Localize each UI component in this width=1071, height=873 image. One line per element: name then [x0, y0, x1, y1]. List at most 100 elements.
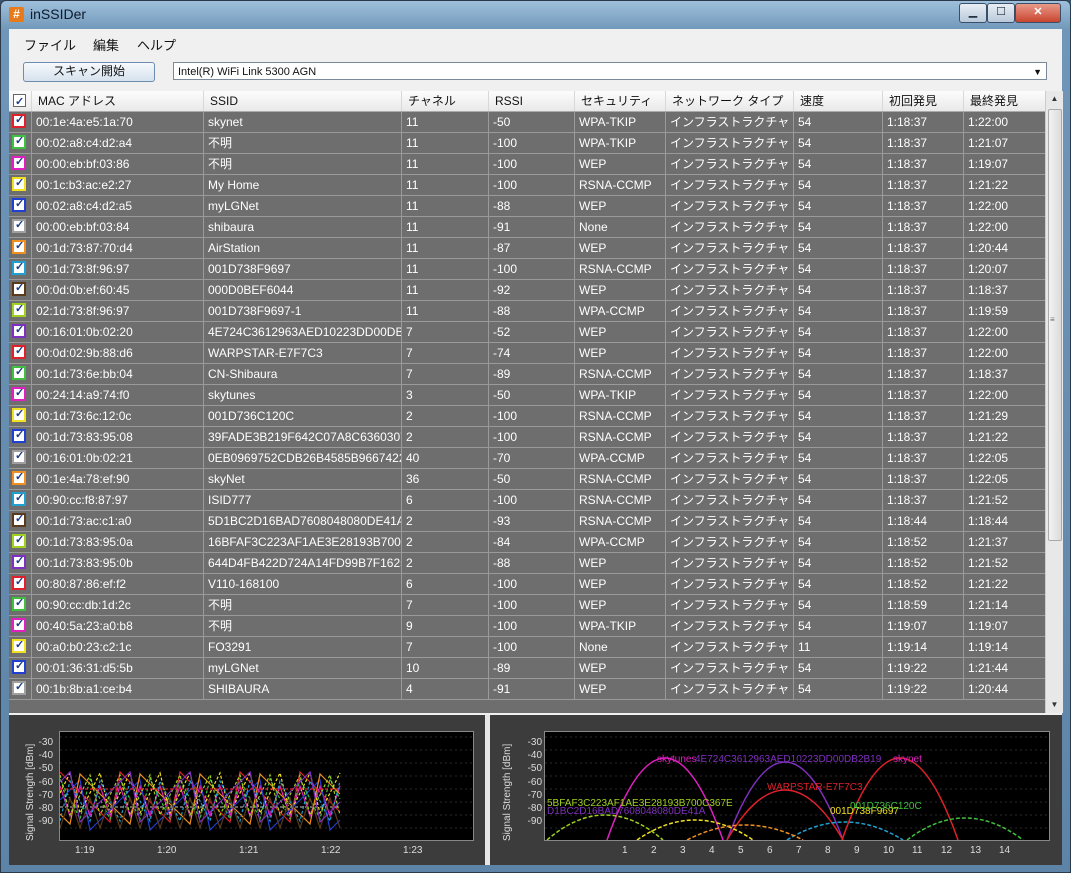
header-speed[interactable]: 速度	[793, 91, 882, 111]
row-checkbox[interactable]	[12, 638, 26, 653]
channel-graph-ylabel: Signal Strength [dBm]	[502, 743, 513, 841]
header-rssi[interactable]: RSSI	[488, 91, 574, 111]
table-row[interactable]: 00:1b:8b:a1:ce:b4SHIBAURA4-91WEPインフラストラク…	[9, 679, 1045, 700]
table-row[interactable]: 00:1e:4a:78:ef:90skyNet36-50RSNA-CCMPインフ…	[9, 469, 1045, 490]
table-scrollbar[interactable]: ▲ ≡ ▼	[1045, 91, 1063, 713]
cell-ssid: SHIBAURA	[203, 679, 401, 699]
select-all-checkbox[interactable]	[9, 91, 31, 113]
y-tick-label: -50	[527, 763, 542, 775]
table-row[interactable]: 00:24:14:a9:74:f0skytunes3-50WPA-TKIPインフ…	[9, 385, 1045, 406]
table-row[interactable]: 00:80:87:86:ef:f2V110-1681006-100WEPインフラ…	[9, 574, 1045, 595]
close-button[interactable]: ✕	[1015, 3, 1061, 23]
table-row[interactable]: 00:1c:b3:ac:e2:27My Home11-100RSNA-CCMPイ…	[9, 175, 1045, 196]
table-row[interactable]: 00:01:36:31:d5:5bmyLGNet10-89WEPインフラストラク…	[9, 658, 1045, 679]
row-checkbox[interactable]	[12, 323, 26, 338]
scroll-up-icon[interactable]: ▲	[1046, 91, 1063, 107]
table-row[interactable]: 00:a0:b0:23:c2:1cFO32917-100Noneインフラストラク…	[9, 637, 1045, 658]
table-row[interactable]: 00:1d:73:83:95:0839FADE3B219F642C07A8C63…	[9, 427, 1045, 448]
row-checkbox[interactable]	[12, 449, 26, 464]
row-checkbox[interactable]	[12, 260, 26, 275]
row-checkbox[interactable]	[12, 470, 26, 485]
row-checkbox[interactable]	[12, 680, 26, 695]
table-row[interactable]: 02:1d:73:8f:96:97001D738F9697-111-88WPA-…	[9, 301, 1045, 322]
header-ssid[interactable]: SSID	[203, 91, 401, 111]
row-checkbox[interactable]	[12, 491, 26, 506]
minimize-button[interactable]: ▁	[959, 3, 987, 23]
header-mac[interactable]: MAC アドレス	[31, 91, 203, 111]
row-checkbox[interactable]	[12, 428, 26, 443]
cell-first-seen: 1:18:37	[882, 322, 963, 342]
table-row[interactable]: 00:1d:73:83:95:0a16BFAF3C223AF1AE3E28193…	[9, 532, 1045, 553]
checkbox-icon[interactable]	[13, 92, 26, 113]
row-checkbox[interactable]	[12, 512, 26, 527]
cell-network-type: インフラストラクチャ	[665, 406, 793, 426]
menu-edit[interactable]: 編集	[93, 35, 119, 54]
table-row[interactable]: 00:02:a8:c4:d2:a5myLGNet11-88WEPインフラストラク…	[9, 196, 1045, 217]
row-checkbox[interactable]	[12, 281, 26, 296]
row-checkbox[interactable]	[12, 554, 26, 569]
cell-first-seen: 1:18:37	[882, 406, 963, 426]
row-checkbox[interactable]	[12, 155, 26, 170]
cell-rssi: -84	[488, 532, 574, 552]
table-row[interactable]: 00:00:eb:bf:03:86不明11-100WEPインフラストラクチャ54…	[9, 154, 1045, 175]
scan-start-button[interactable]: スキャン開始	[23, 62, 155, 82]
table-row[interactable]: 00:1d:73:87:70:d4AirStation11-87WEPインフラス…	[9, 238, 1045, 259]
scroll-down-icon[interactable]: ▼	[1046, 697, 1063, 713]
cell-speed: 54	[793, 196, 882, 216]
table-row[interactable]: 00:1d:73:ac:c1:a05D1BC2D16BAD7608048080D…	[9, 511, 1045, 532]
y-tick-label: -60	[527, 776, 542, 788]
cell-speed: 54	[793, 574, 882, 594]
row-checkbox[interactable]	[12, 533, 26, 548]
row-checkbox[interactable]	[12, 113, 26, 128]
row-checkbox[interactable]	[12, 344, 26, 359]
table-row[interactable]: 00:1d:73:6e:bb:04CN-Shibaura7-89RSNA-CCM…	[9, 364, 1045, 385]
header-network-type[interactable]: ネットワーク タイプ	[665, 91, 793, 111]
cell-rssi: -100	[488, 154, 574, 174]
table-row[interactable]: 00:40:5a:23:a0:b8不明9-100WPA-TKIPインフラストラク…	[9, 616, 1045, 637]
cell-security: WPA-TKIP	[574, 385, 665, 405]
row-checkbox[interactable]	[12, 365, 26, 380]
menu-file[interactable]: ファイル	[24, 35, 76, 54]
network-table: MAC アドレスSSIDチャネルRSSIセキュリティネットワーク タイプ速度初回…	[9, 91, 1045, 713]
row-checkbox[interactable]	[12, 596, 26, 611]
maximize-button[interactable]: ☐	[987, 3, 1015, 23]
cell-ssid: skynet	[203, 112, 401, 132]
header-channel[interactable]: チャネル	[401, 91, 488, 111]
row-checkbox[interactable]	[12, 386, 26, 401]
row-checkbox[interactable]	[12, 575, 26, 590]
row-checkbox[interactable]	[12, 176, 26, 191]
table-row[interactable]: 00:1d:73:8f:96:97001D738F969711-100RSNA-…	[9, 259, 1045, 280]
row-checkbox[interactable]	[12, 218, 26, 233]
row-checkbox[interactable]	[12, 407, 26, 422]
scroll-thumb[interactable]	[1048, 109, 1062, 541]
app-window: # inSSIDer ▁ ☐ ✕ ファイル 編集 ヘルプ スキャン開始 Inte…	[0, 0, 1071, 873]
cell-security: WEP	[574, 322, 665, 342]
cell-first-seen: 1:18:37	[882, 259, 963, 279]
table-row[interactable]: 00:1e:4a:e5:1a:70skynet11-50WPA-TKIPインフラ…	[9, 112, 1045, 133]
table-row[interactable]: 00:00:eb:bf:03:84shibaura11-91Noneインフラスト…	[9, 217, 1045, 238]
table-row[interactable]: 00:1d:73:83:95:0b644D4FB422D724A14FD99B7…	[9, 553, 1045, 574]
row-checkbox[interactable]	[12, 239, 26, 254]
table-row[interactable]: 00:0d:02:9b:88:d6WARPSTAR-E7F7C37-74WEPイ…	[9, 343, 1045, 364]
table-row[interactable]: 00:90:cc:f8:87:97ISID7776-100RSNA-CCMPイン…	[9, 490, 1045, 511]
title-bar[interactable]: # inSSIDer ▁ ☐ ✕	[1, 1, 1070, 29]
row-checkbox[interactable]	[12, 197, 26, 212]
menu-help[interactable]: ヘルプ	[137, 35, 176, 54]
chevron-down-icon[interactable]: ▼	[1033, 63, 1042, 81]
adapter-select[interactable]: Intel(R) WiFi Link 5300 AGN ▼	[173, 62, 1047, 80]
row-checkbox[interactable]	[12, 617, 26, 632]
table-row[interactable]: 00:16:01:0b:02:204E724C3612963AED10223DD…	[9, 322, 1045, 343]
row-checkbox[interactable]	[12, 302, 26, 317]
cell-mac: 00:24:14:a9:74:f0	[31, 385, 203, 405]
table-row[interactable]: 00:0d:0b:ef:60:45000D0BEF604411-92WEPインフ…	[9, 280, 1045, 301]
header-first-seen[interactable]: 初回発見	[882, 91, 963, 111]
table-row[interactable]: 00:16:01:0b:02:210EB0969752CDB26B4585B96…	[9, 448, 1045, 469]
table-row[interactable]: 00:90:cc:db:1d:2c不明7-100WEPインフラストラクチャ541…	[9, 595, 1045, 616]
header-security[interactable]: セキュリティ	[574, 91, 665, 111]
table-row[interactable]: 00:02:a8:c4:d2:a4不明11-100WPA-TKIPインフラストラ…	[9, 133, 1045, 154]
cell-last-seen: 1:22:00	[963, 112, 1045, 132]
row-checkbox[interactable]	[12, 134, 26, 149]
row-checkbox[interactable]	[12, 659, 26, 674]
header-last-seen[interactable]: 最終発見	[963, 91, 1045, 111]
table-row[interactable]: 00:1d:73:6c:12:0c001D736C120C2-100RSNA-C…	[9, 406, 1045, 427]
